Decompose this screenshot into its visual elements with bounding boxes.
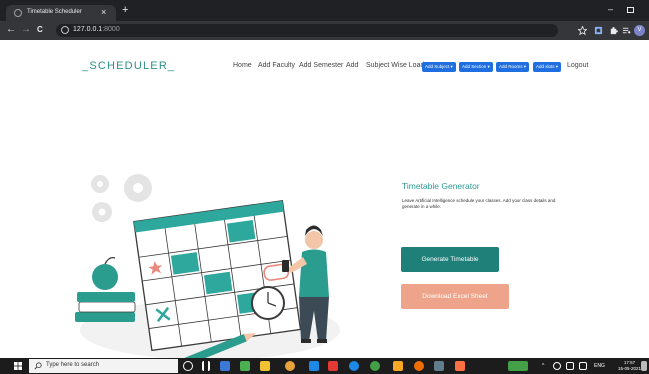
taskbar-app-icon[interactable]	[240, 361, 250, 371]
nav-home[interactable]: Home	[233, 62, 252, 69]
volume-icon[interactable]	[566, 362, 574, 370]
taskbar-search-box[interactable]: Type here to search	[29, 359, 178, 373]
tab-title: Timetable Scheduler	[27, 9, 82, 15]
back-button[interactable]: ←	[6, 24, 16, 36]
reload-button[interactable]: C	[37, 24, 43, 36]
nav-add[interactable]: Add	[346, 62, 358, 69]
notification-icon[interactable]	[641, 361, 647, 371]
language-indicator[interactable]: ENG	[594, 363, 605, 369]
forward-button[interactable]: →	[21, 24, 31, 36]
calendar-illustration	[75, 174, 340, 370]
browser-tab[interactable]: Timetable Scheduler ×	[6, 5, 116, 21]
nav-add-slots-dropdown[interactable]: Add slots ▾	[533, 62, 562, 72]
battery-tray-icon[interactable]	[579, 362, 587, 370]
nav-add-semester[interactable]: Add Semester	[299, 62, 343, 69]
cortana-icon[interactable]	[183, 361, 193, 371]
star-icon[interactable]	[578, 26, 587, 35]
extension-icon[interactable]	[594, 26, 603, 35]
puzzle-icon[interactable]	[609, 26, 618, 35]
taskbar-app-icon[interactable]	[393, 361, 403, 371]
network-icon[interactable]	[553, 362, 561, 370]
browser-toolbar: ← → C 127.0.0.1:8000 V	[0, 21, 649, 40]
gear-icon	[91, 174, 152, 222]
download-excel-button[interactable]: Download Excel Sheet	[401, 284, 509, 309]
hero-title: Timetable Generator	[402, 181, 480, 191]
nav-add-subject-dropdown[interactable]: Add Subject ▾	[422, 62, 456, 72]
nav-add-rooms-dropdown[interactable]: Add Rooms ▾	[496, 62, 530, 72]
vscode-icon[interactable]	[309, 361, 319, 371]
web-page: _SCHEDULER_ Home Add Faculty Add Semeste…	[0, 40, 649, 370]
chrome-icon[interactable]	[285, 361, 295, 371]
minimize-button[interactable]: –	[608, 4, 613, 14]
battery-icon[interactable]	[508, 361, 528, 371]
apple-icon	[92, 264, 118, 290]
restore-button[interactable]	[627, 7, 634, 13]
globe-icon	[14, 9, 22, 17]
taskbar-app-icon[interactable]	[455, 361, 465, 371]
address-bar[interactable]: 127.0.0.1:8000	[56, 24, 558, 37]
taskbar-app-icon[interactable]	[349, 361, 359, 371]
brand-logo[interactable]: _SCHEDULER_	[82, 60, 175, 72]
new-tab-button[interactable]: +	[122, 5, 128, 16]
search-placeholder: Type here to search	[46, 362, 100, 368]
nav-add-faculty[interactable]: Add Faculty	[258, 62, 295, 69]
clock-time: 17:57	[623, 360, 636, 365]
hero-description: Leave Artificial Intelligence schedule y…	[402, 198, 556, 209]
whatsapp-icon[interactable]	[370, 361, 380, 371]
close-icon[interactable]: ×	[101, 7, 106, 18]
taskbar-app-icon[interactable]	[328, 361, 338, 371]
generate-timetable-button[interactable]: Generate Timetable	[401, 247, 499, 272]
calendar-icon	[133, 200, 302, 352]
browser-tab-bar: Timetable Scheduler × + –	[0, 0, 649, 21]
media-queue-icon[interactable]	[622, 26, 631, 35]
firefox-icon[interactable]	[414, 361, 424, 371]
search-icon	[34, 362, 42, 370]
os-taskbar: Type here to search ^ ENG 17:57 15-05-20…	[0, 358, 649, 374]
nav-add-section-dropdown[interactable]: Add Section ▾	[459, 62, 493, 72]
taskbar-app-icon[interactable]	[220, 361, 230, 371]
clock-date: 15-05-2021	[618, 366, 642, 371]
file-explorer-icon[interactable]	[260, 361, 270, 371]
tray-up-arrow-icon[interactable]: ^	[542, 363, 544, 369]
profile-avatar[interactable]: V	[634, 25, 645, 36]
info-icon[interactable]	[61, 26, 69, 34]
task-view-icon[interactable]	[202, 361, 210, 371]
nav-subject-wise-load[interactable]: Subject Wise Load	[366, 62, 424, 69]
windows-start-icon[interactable]	[14, 362, 22, 370]
nav-logout[interactable]: Logout	[567, 62, 588, 69]
url-text: 127.0.0.1:8000	[73, 26, 120, 33]
system-clock[interactable]: 17:57 15-05-2021	[618, 360, 641, 372]
taskbar-app-icon[interactable]	[434, 361, 444, 371]
